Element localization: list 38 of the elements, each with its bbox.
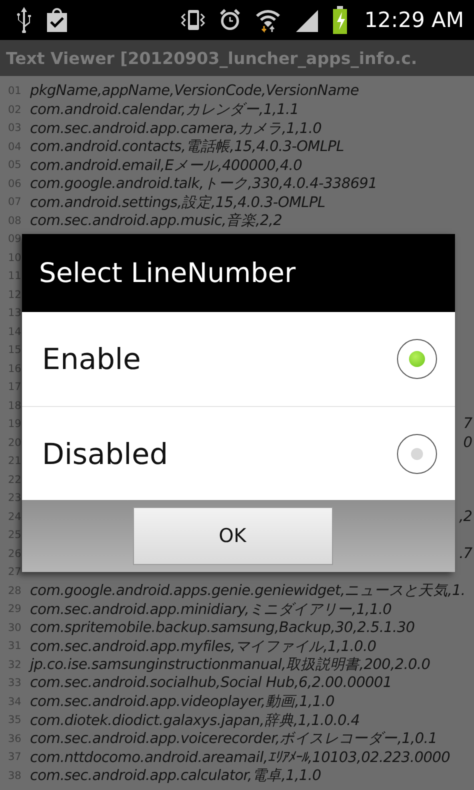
line-text: com.sec.android.app.myfiles,マイファイル,1,1.0.0	[30, 638, 376, 656]
alarm-clock-icon	[218, 7, 242, 33]
line-text: com.android.calendar,カレンダー,1,1.1	[30, 101, 299, 120]
line-text: jp.co.ise.samsunginstructionmanual,取扱説明書,200,2.0.0	[30, 656, 430, 674]
line-text: com.google.android.apps.genie.geniewidget,ニュースと天気,1.	[30, 582, 466, 600]
line-text: com.sec.android.app.camera,カメラ,1,1.0	[30, 120, 322, 138]
line-text: com.sec.android.app.voicerecorder,ボイスレコーダー,1,0.1	[30, 730, 438, 748]
checked-bag-icon	[44, 7, 70, 33]
option-label: Disabled	[42, 436, 168, 470]
line-text: 7	[463, 416, 474, 432]
line-text: com.sec.android.app.videoplayer,動画,1,1.0	[30, 693, 334, 712]
radio-option[interactable]: Disabled	[22, 406, 455, 500]
line-text: com.android.email,Eメール,400000,4.0	[30, 156, 302, 175]
vibrate-icon	[180, 7, 206, 33]
line-text: ,2	[459, 508, 473, 525]
line-text: com.sec.android.app.calculator,電卓,1,1.0	[30, 767, 322, 786]
ok-button[interactable]: OK	[132, 507, 332, 565]
line-text: com.google.android.talk,トーク,330,4.0.4-338691	[30, 175, 378, 194]
option-label: Enable	[42, 342, 141, 376]
battery-icon	[332, 6, 348, 34]
dialog-title: Select LineNumber	[39, 258, 296, 288]
line-text: com.sec.android.app.minidiary,ミニダイアリー,1,1.0	[30, 600, 392, 619]
usb-icon	[16, 7, 32, 33]
clock-time: 12:29 AM	[364, 8, 464, 32]
window-title: Text Viewer [20120903_luncher_apps_info.c.	[6, 48, 418, 68]
radio-option[interactable]: Enable	[22, 312, 455, 406]
line-text: com.sec.android.app.music,音楽,2,2	[30, 212, 282, 230]
line-text: com.sec.android.socialhub,Social Hub,6,2.00.00001	[30, 675, 392, 692]
line-text: com.spritemobile.backup.samsung,Backup,30,2.5.1.30	[30, 620, 415, 636]
line-text: com.nttdocomo.android.areamail,ｴﾘｱﾒｰﾙ,10103,02.223.0000	[30, 748, 450, 766]
line-text: pkgName,appName,VersionCode,VersionName	[30, 83, 359, 100]
radio-button[interactable]	[397, 339, 437, 379]
radio-button[interactable]	[397, 434, 437, 474]
line-text: 0	[463, 434, 473, 451]
line-text: com.android.settings,設定,15,4.0.3-OMLPL	[30, 194, 326, 212]
line-text: com.android.contacts,電話帳,15,4.0.3-OMLPL	[30, 138, 344, 156]
line-text: .7	[459, 546, 474, 562]
line-text: com.diotek.diodict.galaxys.japan,辞典,1,1.0.0.4	[30, 712, 360, 730]
